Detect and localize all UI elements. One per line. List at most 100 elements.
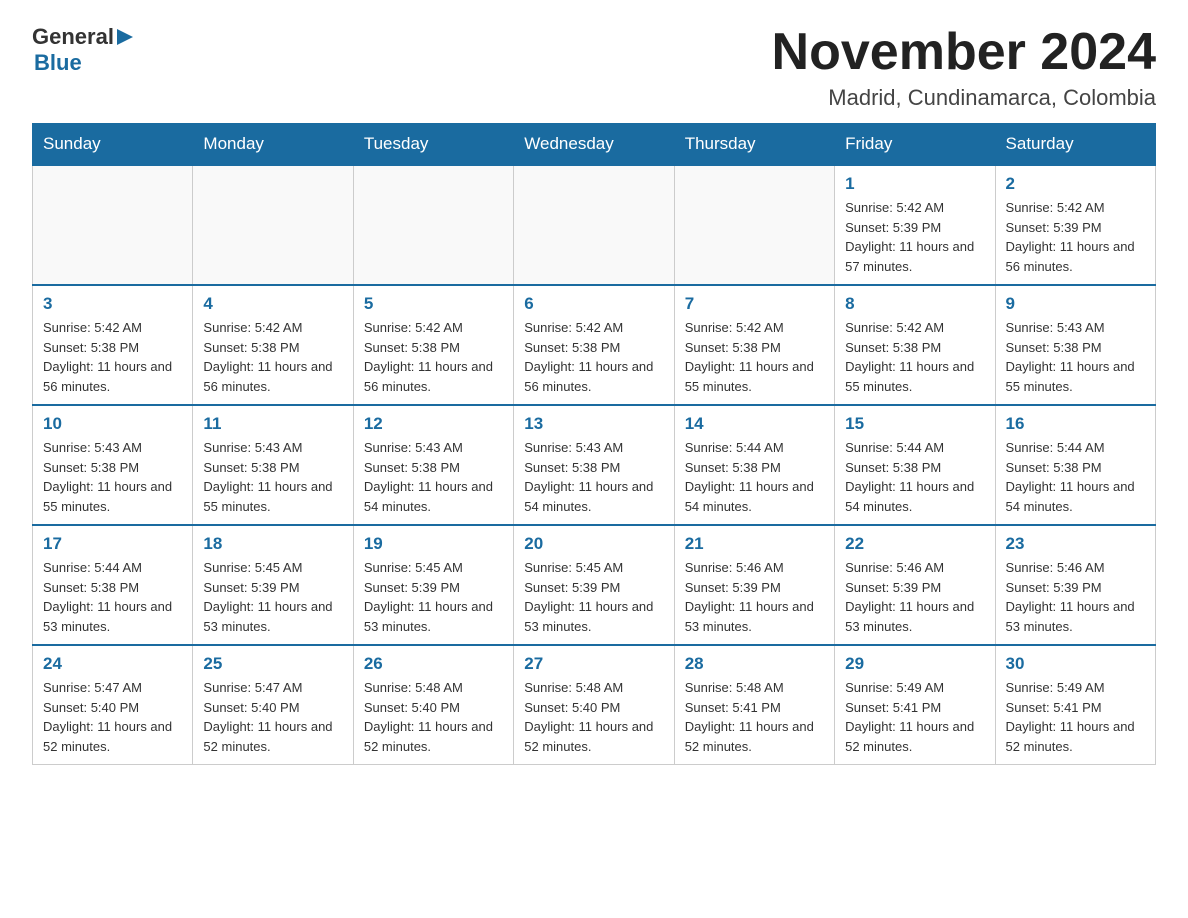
- day-number: 26: [364, 654, 503, 674]
- col-wednesday: Wednesday: [514, 124, 674, 166]
- table-row: 15Sunrise: 5:44 AMSunset: 5:38 PMDayligh…: [835, 405, 995, 525]
- day-info: Sunrise: 5:46 AMSunset: 5:39 PMDaylight:…: [845, 558, 984, 636]
- day-info: Sunrise: 5:42 AMSunset: 5:38 PMDaylight:…: [203, 318, 342, 396]
- table-row: 9 Sunrise: 5:43 AMSunset: 5:38 PMDaylight…: [995, 285, 1155, 405]
- day-info: Sunrise: 5:48 AMSunset: 5:41 PMDaylight:…: [685, 678, 824, 756]
- day-info: Sunrise: 5:43 AMSunset: 5:38 PMDaylight:…: [1006, 318, 1145, 396]
- day-number: 24: [43, 654, 182, 674]
- calendar-subtitle: Madrid, Cundinamarca, Colombia: [772, 85, 1156, 111]
- day-number: 23: [1006, 534, 1145, 554]
- day-info: Sunrise: 5:46 AMSunset: 5:39 PMDaylight:…: [685, 558, 824, 636]
- table-row: 11 Sunrise: 5:43 AMSunset: 5:38 PMDayligh…: [193, 405, 353, 525]
- table-row: 28Sunrise: 5:48 AMSunset: 5:41 PMDayligh…: [674, 645, 834, 765]
- day-number: 12: [364, 414, 503, 434]
- logo-arrow-icon: [117, 27, 137, 47]
- day-info: Sunrise: 5:46 AMSunset: 5:39 PMDaylight:…: [1006, 558, 1145, 636]
- day-info: Sunrise: 5:43 AMSunset: 5:38 PMDaylight:…: [43, 438, 182, 516]
- table-row: [353, 165, 513, 285]
- week-row: 1 Sunrise: 5:42 AMSunset: 5:39 PMDaylight…: [33, 165, 1156, 285]
- day-info: Sunrise: 5:44 AMSunset: 5:38 PMDaylight:…: [845, 438, 984, 516]
- day-number: 4: [203, 294, 342, 314]
- day-info: Sunrise: 5:49 AMSunset: 5:41 PMDaylight:…: [1006, 678, 1145, 756]
- table-row: 8 Sunrise: 5:42 AMSunset: 5:38 PMDaylight…: [835, 285, 995, 405]
- day-info: Sunrise: 5:45 AMSunset: 5:39 PMDaylight:…: [364, 558, 503, 636]
- table-row: 19 Sunrise: 5:45 AMSunset: 5:39 PMDayligh…: [353, 525, 513, 645]
- col-sunday: Sunday: [33, 124, 193, 166]
- day-number: 1: [845, 174, 984, 194]
- day-number: 19: [364, 534, 503, 554]
- day-info: Sunrise: 5:42 AMSunset: 5:38 PMDaylight:…: [524, 318, 663, 396]
- table-row: 2 Sunrise: 5:42 AMSunset: 5:39 PMDaylight…: [995, 165, 1155, 285]
- day-number: 14: [685, 414, 824, 434]
- table-row: 7 Sunrise: 5:42 AMSunset: 5:38 PMDaylight…: [674, 285, 834, 405]
- table-row: 12 Sunrise: 5:43 AMSunset: 5:38 PMDayligh…: [353, 405, 513, 525]
- table-row: 29Sunrise: 5:49 AMSunset: 5:41 PMDayligh…: [835, 645, 995, 765]
- day-number: 11: [203, 414, 342, 434]
- day-number: 18: [203, 534, 342, 554]
- day-info: Sunrise: 5:48 AMSunset: 5:40 PMDaylight:…: [364, 678, 503, 756]
- table-row: 23 Sunrise: 5:46 AMSunset: 5:39 PMDayligh…: [995, 525, 1155, 645]
- table-row: 20 Sunrise: 5:45 AMSunset: 5:39 PMDayligh…: [514, 525, 674, 645]
- table-row: 18 Sunrise: 5:45 AMSunset: 5:39 PMDayligh…: [193, 525, 353, 645]
- week-row: 10 Sunrise: 5:43 AMSunset: 5:38 PMDayligh…: [33, 405, 1156, 525]
- day-info: Sunrise: 5:44 AMSunset: 5:38 PMDaylight:…: [685, 438, 824, 516]
- table-row: 26 Sunrise: 5:48 AMSunset: 5:40 PMDayligh…: [353, 645, 513, 765]
- day-number: 6: [524, 294, 663, 314]
- day-info: Sunrise: 5:45 AMSunset: 5:39 PMDaylight:…: [203, 558, 342, 636]
- table-row: 3Sunrise: 5:42 AMSunset: 5:38 PMDaylight…: [33, 285, 193, 405]
- day-number: 17: [43, 534, 182, 554]
- day-number: 7: [685, 294, 824, 314]
- week-row: 24 Sunrise: 5:47 AMSunset: 5:40 PMDayligh…: [33, 645, 1156, 765]
- col-monday: Monday: [193, 124, 353, 166]
- day-number: 20: [524, 534, 663, 554]
- day-number: 10: [43, 414, 182, 434]
- day-info: Sunrise: 5:42 AMSunset: 5:38 PMDaylight:…: [845, 318, 984, 396]
- col-thursday: Thursday: [674, 124, 834, 166]
- table-row: [674, 165, 834, 285]
- day-info: Sunrise: 5:43 AMSunset: 5:38 PMDaylight:…: [203, 438, 342, 516]
- day-number: 16: [1006, 414, 1145, 434]
- week-row: 3Sunrise: 5:42 AMSunset: 5:38 PMDaylight…: [33, 285, 1156, 405]
- table-row: 6 Sunrise: 5:42 AMSunset: 5:38 PMDaylight…: [514, 285, 674, 405]
- day-info: Sunrise: 5:42 AMSunset: 5:38 PMDaylight:…: [43, 318, 182, 396]
- table-row: [193, 165, 353, 285]
- page-header: General Blue November 2024 Madrid, Cundi…: [32, 24, 1156, 111]
- day-number: 29: [845, 654, 984, 674]
- col-saturday: Saturday: [995, 124, 1155, 166]
- day-info: Sunrise: 5:44 AMSunset: 5:38 PMDaylight:…: [43, 558, 182, 636]
- col-tuesday: Tuesday: [353, 124, 513, 166]
- calendar-table: Sunday Monday Tuesday Wednesday Thursday…: [32, 123, 1156, 765]
- day-number: 13: [524, 414, 663, 434]
- day-number: 9: [1006, 294, 1145, 314]
- day-info: Sunrise: 5:45 AMSunset: 5:39 PMDaylight:…: [524, 558, 663, 636]
- day-number: 30: [1006, 654, 1145, 674]
- logo-blue-text: Blue: [34, 50, 82, 76]
- day-info: Sunrise: 5:42 AMSunset: 5:39 PMDaylight:…: [1006, 198, 1145, 276]
- table-row: 10 Sunrise: 5:43 AMSunset: 5:38 PMDayligh…: [33, 405, 193, 525]
- day-number: 5: [364, 294, 503, 314]
- table-row: 21 Sunrise: 5:46 AMSunset: 5:39 PMDayligh…: [674, 525, 834, 645]
- day-info: Sunrise: 5:42 AMSunset: 5:39 PMDaylight:…: [845, 198, 984, 276]
- table-row: 16 Sunrise: 5:44 AMSunset: 5:38 PMDayligh…: [995, 405, 1155, 525]
- day-info: Sunrise: 5:44 AMSunset: 5:38 PMDaylight:…: [1006, 438, 1145, 516]
- day-info: Sunrise: 5:42 AMSunset: 5:38 PMDaylight:…: [364, 318, 503, 396]
- logo: General Blue: [32, 24, 137, 76]
- table-row: 24Sunrise: 5:47 AMSunset: 5:40 PMDayligh…: [33, 645, 193, 765]
- table-row: 5 Sunrise: 5:42 AMSunset: 5:38 PMDaylight…: [353, 285, 513, 405]
- header-row: Sunday Monday Tuesday Wednesday Thursday…: [33, 124, 1156, 166]
- day-number: 22: [845, 534, 984, 554]
- table-row: 17 Sunrise: 5:44 AMSunset: 5:38 PMDayligh…: [33, 525, 193, 645]
- col-friday: Friday: [835, 124, 995, 166]
- day-info: Sunrise: 5:47 AMSunset: 5:40 PMDaylight:…: [203, 678, 342, 756]
- table-row: 30 Sunrise: 5:49 AMSunset: 5:41 PMDayligh…: [995, 645, 1155, 765]
- day-number: 8: [845, 294, 984, 314]
- table-row: 22 Sunrise: 5:46 AMSunset: 5:39 PMDayligh…: [835, 525, 995, 645]
- table-row: [33, 165, 193, 285]
- day-info: Sunrise: 5:43 AMSunset: 5:38 PMDaylight:…: [364, 438, 503, 516]
- day-info: Sunrise: 5:42 AMSunset: 5:38 PMDaylight:…: [685, 318, 824, 396]
- week-row: 17 Sunrise: 5:44 AMSunset: 5:38 PMDayligh…: [33, 525, 1156, 645]
- day-number: 21: [685, 534, 824, 554]
- day-number: 27: [524, 654, 663, 674]
- day-number: 25: [203, 654, 342, 674]
- day-number: 2: [1006, 174, 1145, 194]
